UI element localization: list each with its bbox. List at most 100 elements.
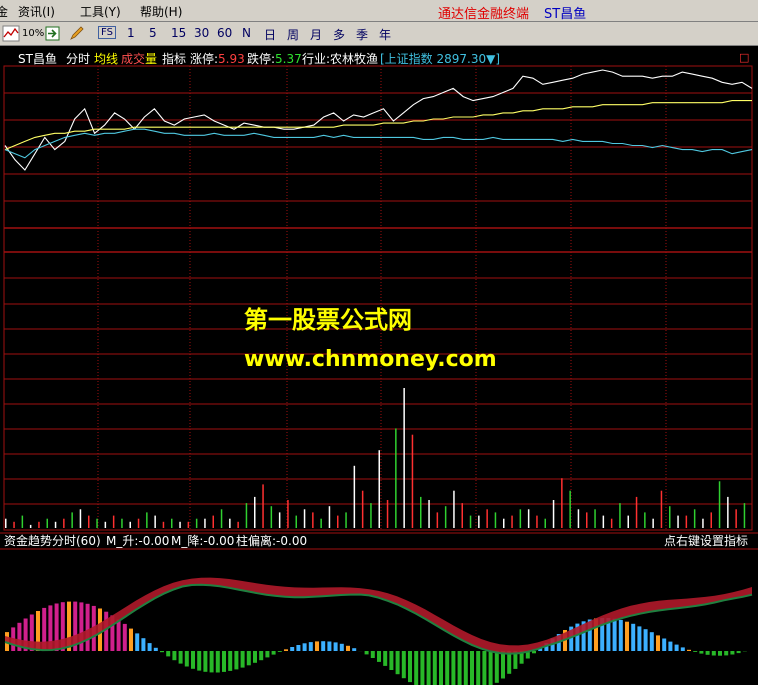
period-30[interactable]: 30 [194, 26, 209, 40]
indicator-bar [451, 651, 456, 685]
volume-bar [328, 506, 331, 528]
indicator-bar [414, 651, 419, 685]
indicator-bar [674, 644, 679, 651]
period-5[interactable]: 5 [149, 26, 157, 40]
fs-button[interactable]: FS [98, 26, 116, 39]
indicator-label[interactable]: 指标 [162, 51, 186, 66]
mode-label[interactable]: 分时 [66, 52, 90, 66]
menu-item-info[interactable]: 资讯(I) [18, 3, 55, 20]
percent-button[interactable]: 10% [22, 28, 44, 39]
volume-bar [179, 521, 181, 528]
period-month[interactable]: 月 [310, 26, 322, 43]
period-multi[interactable]: 多 [333, 26, 345, 43]
menu-item-tools[interactable]: 工具(Y) [80, 3, 121, 20]
indicator-bar [445, 651, 450, 685]
indicator-bar [401, 651, 406, 679]
volume-bar [677, 515, 679, 528]
limit-up-label: 涨停: [190, 51, 218, 66]
volume-bar [743, 503, 746, 528]
index-quote[interactable]: [上证指数 2897.30▼] [380, 51, 500, 66]
volume-bar [436, 512, 439, 528]
watermark-title: 第一股票公式网 [244, 306, 412, 334]
indicator-bar [457, 651, 462, 685]
indicator-bar [284, 649, 288, 651]
indicator-bar [476, 651, 481, 685]
menu-item-help[interactable]: 帮助(H) [140, 3, 182, 20]
export-icon[interactable] [44, 25, 62, 42]
volume-bar [54, 521, 57, 528]
period-week[interactable]: 周 [287, 26, 299, 43]
volume-bar [486, 509, 488, 528]
period-1[interactable]: 1 [127, 26, 135, 40]
volume-bar [295, 515, 297, 528]
indicator-bar [612, 618, 617, 651]
volume-bar [536, 515, 538, 528]
indicator-bar [736, 651, 741, 654]
volume-bar [386, 500, 389, 528]
period-15[interactable]: 15 [171, 26, 186, 40]
chart-line-icon[interactable] [2, 25, 20, 42]
indicator-bar [631, 623, 636, 651]
indicator-bar [618, 619, 623, 651]
indicator-bar [420, 651, 425, 685]
volume-bar [428, 500, 430, 528]
indicator-bar [327, 641, 332, 651]
indicator-bar [222, 651, 226, 672]
indicator-bar [426, 651, 431, 685]
volume-bar [345, 512, 347, 528]
volume-bar [38, 521, 40, 528]
period-day[interactable]: 日 [264, 26, 276, 43]
indicator-bar [135, 633, 140, 651]
period-60[interactable]: 60 [217, 26, 232, 40]
volume-bar [378, 450, 380, 528]
indicator-bar [209, 651, 214, 673]
bias-value: 柱偏离:-0.00 [236, 533, 307, 548]
volume-bar [370, 503, 372, 528]
volume-bar [444, 506, 447, 528]
pencil-icon[interactable] [68, 25, 86, 42]
volume-bar [287, 500, 289, 528]
indicator-bar [240, 651, 245, 668]
volume-bar [527, 509, 530, 528]
corner-mark[interactable]: □ [739, 51, 749, 64]
period-quarter[interactable]: 季 [356, 26, 368, 43]
volume-bar [411, 434, 414, 528]
indicator-bar [482, 651, 487, 685]
period-n[interactable]: N [242, 26, 251, 40]
indicator-bar [637, 626, 642, 651]
volume-bar [262, 484, 264, 528]
app-title: 通达信金融终端 [438, 7, 530, 22]
period-year[interactable]: 年 [379, 26, 391, 43]
indicator-bar [104, 611, 109, 651]
indicator-bar [122, 623, 127, 651]
price-series-1 [4, 100, 752, 151]
vol-label-a[interactable]: 成交 [121, 51, 145, 66]
volume-bar [63, 518, 65, 528]
volume-bar [718, 481, 721, 528]
avg-label[interactable]: 均线 [94, 52, 118, 66]
menu-bar: 金 资讯(I) 工具(Y) 帮助(H) 通达信金融终端 ST昌鱼 [0, 0, 758, 22]
price-frame [3, 65, 753, 531]
industry-label: 行业:农林牧渔 [302, 52, 378, 66]
indicator-bar [730, 651, 735, 655]
volume-bar [5, 518, 7, 528]
settings-hint[interactable]: 点右键设置指标 [664, 533, 748, 548]
volume-bar [220, 509, 223, 528]
volume-bar [395, 428, 397, 528]
volume-bar [187, 521, 190, 528]
vol-label-b[interactable]: 量 [145, 52, 157, 66]
indicator-bar [321, 641, 326, 651]
volume-bar [237, 521, 239, 528]
volume-bar [312, 512, 314, 528]
volume-bar [702, 518, 704, 528]
volume-bar [71, 512, 73, 528]
volume-bar [278, 512, 281, 528]
volume-bar [353, 465, 356, 528]
chart-area[interactable]: ST昌鱼 分时 均线 成交 量 指标 涨停: 5.93 跌停: 5.37 行业:… [0, 46, 758, 685]
volume-bar [710, 512, 712, 528]
indicator-bar [253, 651, 257, 663]
volume-bar [503, 518, 505, 528]
menu-item-file[interactable]: 金 [0, 3, 8, 20]
m-up-value: M_升:-0.00 [106, 534, 169, 548]
indicator-bar [290, 647, 295, 651]
